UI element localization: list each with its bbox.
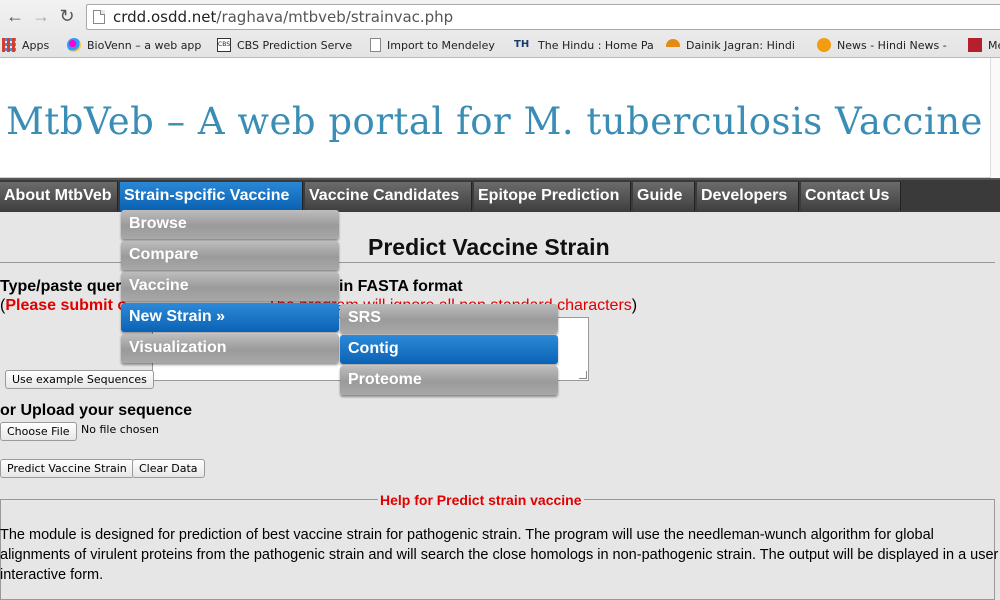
- cbs-icon: CBS: [217, 38, 231, 52]
- dropdown-visualization[interactable]: Visualization: [121, 334, 339, 363]
- main-content: Predict Vaccine Strain Type/paste quer i…: [0, 212, 1000, 600]
- clear-data-button[interactable]: Clear Data: [132, 459, 205, 478]
- bookmarks-bar: Apps BioVenn – a web app CBS CBS Predicti…: [0, 33, 1000, 57]
- bookmark-dainik-jagran[interactable]: Dainik Jagran: Hindi: [666, 36, 800, 54]
- forward-arrow-icon[interactable]: →: [30, 5, 52, 27]
- menu-epitope-prediction[interactable]: Epitope Prediction: [474, 182, 631, 211]
- submenu-contig[interactable]: Contig: [340, 335, 558, 364]
- bookmark-cbs[interactable]: CBS CBS Prediction Serve: [217, 36, 357, 54]
- menu-developers[interactable]: Developers: [697, 182, 799, 211]
- address-bar[interactable]: crdd.osdd.net/raghava/mtbveb/strainvac.p…: [86, 4, 1000, 30]
- sequence-label-start: Type/paste quer: [0, 278, 122, 295]
- reload-icon[interactable]: ↻: [56, 5, 78, 27]
- sequence-label-end: in FASTA format: [339, 278, 463, 295]
- resize-grip-icon[interactable]: [579, 371, 587, 379]
- help-text: The module is designed for prediction of…: [0, 527, 999, 583]
- file-status: No file chosen: [81, 423, 159, 436]
- bookmark-apps[interactable]: Apps: [2, 36, 62, 54]
- submenu-proteome[interactable]: Proteome: [340, 366, 558, 395]
- main-menu: About MtbVeb Strain-spcific Vaccine Vacc…: [0, 178, 1000, 212]
- page-icon: [93, 10, 105, 24]
- dropdown-vaccine[interactable]: Vaccine: [121, 272, 339, 301]
- bookmark-news[interactable]: News - Hindi News -: [817, 36, 959, 54]
- the-hindu-icon: TH: [514, 39, 530, 50]
- menu-strain-specific-vaccine[interactable]: Strain-spcific Vaccine: [120, 182, 303, 211]
- bookmark-biovenn[interactable]: BioVenn – a web app: [67, 36, 209, 54]
- choose-file-button[interactable]: Choose File: [0, 422, 77, 441]
- news-icon: [817, 38, 831, 52]
- bookmark-mendeley[interactable]: Me: [968, 36, 1000, 54]
- upload-label: or Upload your sequence: [0, 402, 193, 419]
- dropdown-compare[interactable]: Compare: [121, 241, 339, 270]
- submission-warning: Please submit o: [5, 297, 128, 314]
- mendeley-icon: [968, 38, 982, 52]
- bookmark-mendeley-import[interactable]: Import to Mendeley: [370, 36, 502, 54]
- predict-vaccine-strain-button[interactable]: Predict Vaccine Strain: [0, 459, 134, 478]
- site-banner: MtbVeb – A web portal for M. tuberculosi…: [0, 58, 990, 178]
- back-arrow-icon[interactable]: ←: [4, 5, 26, 27]
- menu-vaccine-candidates[interactable]: Vaccine Candidates: [305, 182, 472, 211]
- url-text: crdd.osdd.net/raghava/mtbveb/strainvac.p…: [113, 8, 454, 26]
- page-title: Predict Vaccine Strain: [368, 234, 610, 260]
- site-title: MtbVeb – A web portal for M. tuberculosi…: [6, 100, 983, 143]
- bookmark-the-hindu[interactable]: TH The Hindu : Home Pa: [514, 36, 654, 54]
- banner-scrollbar[interactable]: [990, 58, 1000, 180]
- apps-grid-icon: [2, 38, 16, 52]
- use-example-button[interactable]: Use example Sequences: [5, 370, 154, 389]
- browser-chrome: ← → ↻ crdd.osdd.net/raghava/mtbveb/strai…: [0, 0, 1000, 58]
- menu-about[interactable]: About MtbVeb: [0, 182, 118, 211]
- submenu-srs[interactable]: SRS: [340, 304, 558, 333]
- menu-contact-us[interactable]: Contact Us: [801, 182, 901, 211]
- dainik-jagran-icon: [666, 39, 680, 47]
- biovenn-icon: [67, 38, 81, 52]
- help-legend: Help for Predict strain vaccine: [378, 492, 584, 508]
- menu-guide[interactable]: Guide: [633, 182, 695, 211]
- dropdown-new-strain[interactable]: New Strain »: [121, 303, 339, 332]
- dropdown-browse[interactable]: Browse: [121, 210, 339, 239]
- page-icon: [370, 38, 381, 52]
